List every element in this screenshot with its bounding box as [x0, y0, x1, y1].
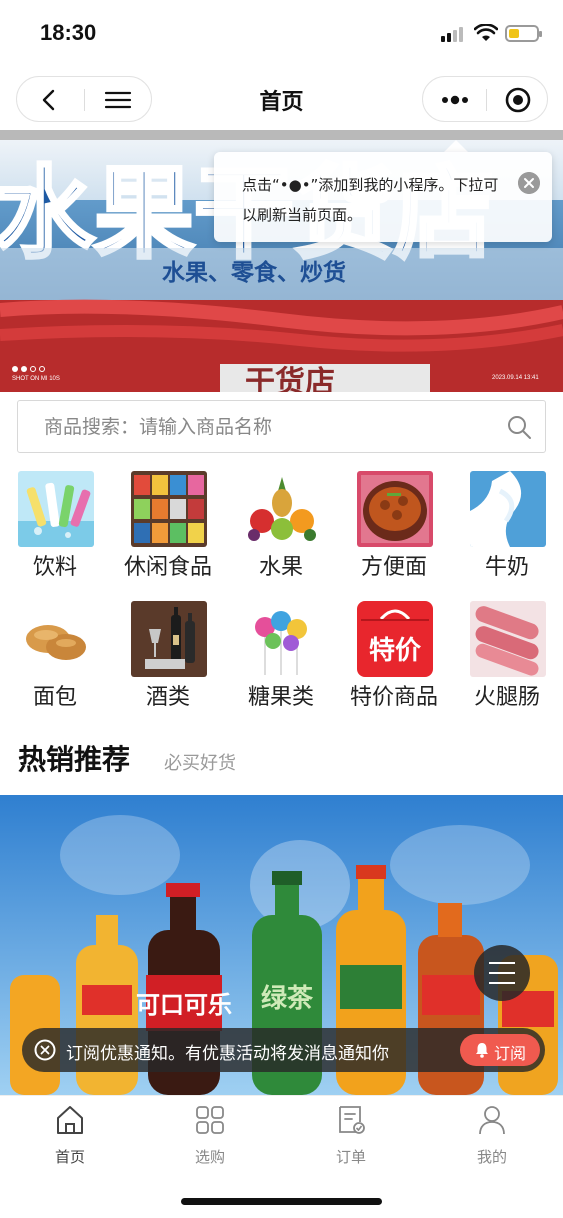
tab-label: 选购	[194, 1148, 225, 1166]
signal-icon	[441, 26, 467, 42]
banner-pagination	[12, 366, 52, 374]
tab-profile[interactable]: 我的	[442, 1104, 542, 1168]
home-icon	[57, 1106, 83, 1134]
category-wine[interactable]: 酒类	[118, 601, 218, 721]
category-bread[interactable]: 面包	[5, 601, 105, 721]
section-title: 热销推荐	[18, 743, 131, 776]
wine-thumb	[131, 601, 207, 677]
battery-icon	[505, 25, 542, 42]
fruit-thumb	[244, 471, 320, 547]
search-box[interactable]	[17, 400, 546, 453]
special-offer-badge: 特价	[369, 635, 422, 666]
category-snacks[interactable]: 休闲食品	[118, 471, 218, 591]
subscribe-notice-bar: 订阅优惠通知。有优惠活动将发消息通知你 订阅	[22, 1028, 545, 1072]
category-fruit[interactable]: 水果	[231, 471, 331, 591]
status-time: 18:30	[40, 20, 97, 45]
tooltip-text: 点击“•●•”添加到我的小程序。下拉可以刷新当前页面。	[242, 176, 499, 224]
noodles-thumb	[357, 471, 433, 547]
tab-orders[interactable]: 订单	[301, 1104, 401, 1168]
nav-capsule-right	[422, 76, 548, 122]
bell-icon	[476, 1043, 488, 1058]
special-offer-thumb: 特价	[357, 601, 433, 677]
category-label: 牛奶	[484, 555, 529, 580]
more-icon[interactable]	[437, 89, 473, 111]
green-tea-label: 绿茶	[261, 984, 314, 1014]
banner-sign-bottom: 干货店	[245, 365, 335, 392]
tab-label: 首页	[54, 1148, 85, 1166]
category-label: 糖果类	[247, 685, 314, 710]
category-candy[interactable]: 糖果类	[231, 601, 331, 721]
grid-icon	[196, 1106, 224, 1134]
user-icon	[479, 1106, 505, 1135]
cola-label: 可口可乐	[136, 991, 232, 1019]
close-miniprogram-icon[interactable]	[503, 85, 533, 115]
bread-thumb	[18, 601, 94, 677]
category-milk[interactable]: 牛奶	[457, 471, 557, 591]
category-special-offer[interactable]: 特价 特价商品	[344, 601, 444, 721]
tooltip-arrow	[444, 140, 468, 152]
banner-sign-subtext: 水果、零食、炒货	[162, 259, 346, 286]
category-label: 火腿肠	[473, 685, 540, 710]
candy-thumb	[244, 601, 320, 677]
search-input[interactable]	[44, 413, 484, 441]
category-label: 酒类	[145, 685, 190, 710]
category-sausage[interactable]: 火腿肠	[457, 601, 557, 721]
tab-label: 订单	[335, 1148, 366, 1166]
category-label: 特价商品	[349, 685, 438, 710]
category-label: 休闲食品	[123, 555, 212, 580]
close-icon[interactable]	[34, 1039, 56, 1061]
search-icon[interactable]	[506, 414, 532, 440]
category-label: 面包	[32, 685, 77, 710]
drinks-thumb	[18, 471, 94, 547]
add-miniprogram-tooltip: 点击“•●•”添加到我的小程序。下拉可以刷新当前页面。	[214, 152, 552, 242]
milk-thumb	[470, 471, 546, 547]
tooltip-close-icon[interactable]	[518, 172, 540, 194]
status-bar: 18:30	[0, 0, 563, 70]
home-indicator	[181, 1198, 382, 1205]
banner-photo-date: 2023.09.14 13:41	[492, 375, 539, 381]
banner-watermark: SHOT ON MI 10S	[12, 376, 60, 382]
tab-shop[interactable]: 选购	[160, 1104, 260, 1168]
sausage-thumb	[470, 601, 546, 677]
category-label: 方便面	[360, 555, 427, 580]
category-label: 水果	[258, 555, 303, 580]
wifi-icon	[474, 24, 498, 41]
tab-label: 我的	[476, 1148, 507, 1166]
category-drinks[interactable]: 饮料	[5, 471, 105, 591]
nav-bar: 首页	[0, 70, 563, 130]
subscribe-button-label: 订阅	[494, 1044, 527, 1063]
tab-home[interactable]: 首页	[20, 1104, 120, 1168]
floating-menu-button[interactable]	[474, 945, 530, 1001]
category-label: 饮料	[32, 555, 77, 580]
snacks-thumb	[131, 471, 207, 547]
category-noodles[interactable]: 方便面	[344, 471, 444, 591]
subscribe-button[interactable]: 订阅	[460, 1034, 540, 1066]
order-icon	[339, 1106, 365, 1134]
subscribe-text: 订阅优惠通知。有优惠活动将发消息通知你	[66, 1044, 389, 1064]
section-subtitle: 必买好货	[164, 753, 236, 774]
